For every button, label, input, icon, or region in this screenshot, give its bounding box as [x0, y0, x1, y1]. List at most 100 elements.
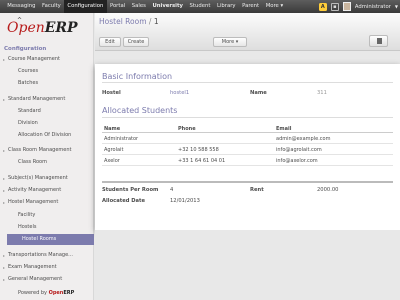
menu-student[interactable]: Student: [186, 0, 213, 13]
menu-sales[interactable]: Sales: [128, 0, 149, 13]
students-table-header: Name Phone Email: [102, 124, 393, 133]
sidebar-item-label: Subject(s) Management: [8, 175, 68, 181]
chevron-down-icon: ▸: [3, 97, 6, 102]
hostel-value-link[interactable]: hostel1: [170, 90, 189, 96]
sidebar-item-allocation-of-division[interactable]: Allocation Of Division: [0, 130, 94, 141]
rent-label: Rent: [250, 187, 264, 193]
table-row[interactable]: Agrolait +32 10 588 558 info@agrolait.co…: [102, 145, 393, 155]
cell-phone: +32 10 588 558: [178, 147, 219, 153]
sidebar-item-division[interactable]: Division: [0, 118, 94, 129]
sidebar-item-transportations-management[interactable]: ▸ Transportations Manage...: [0, 250, 94, 261]
form-view-icon: [377, 38, 382, 44]
basic-information-title: Basic Information: [102, 72, 173, 81]
chevron-right-icon: ▸: [3, 265, 6, 270]
powered-by-erp: ERP: [63, 290, 75, 296]
sidebar-item-subjects-management[interactable]: ▸ Subject(s) Management: [0, 173, 94, 184]
powered-by[interactable]: Powered by OpenERP: [18, 290, 74, 296]
sidebar-item-facility[interactable]: Facility: [0, 210, 94, 221]
hostel-label: Hostel: [102, 90, 121, 96]
rent-value: 2000.00: [317, 187, 339, 193]
sidebar-item-general-management[interactable]: ▸ General Management: [0, 274, 94, 285]
cell-name: Agrolait: [104, 147, 124, 153]
user-menu[interactable]: Administrator: [355, 4, 391, 10]
cell-phone: +33 1 64 61 04 01: [178, 158, 226, 164]
sidebar-item-standard[interactable]: Standard: [0, 106, 94, 117]
cell-email: info@axelor.com: [276, 158, 318, 164]
page-background: [95, 230, 400, 300]
chevron-right-icon: ▸: [3, 176, 6, 181]
sidebar-item-label: Standard Management: [8, 96, 66, 102]
chevron-down-icon: ▸: [3, 200, 6, 205]
students-per-room-value: 4: [170, 187, 174, 193]
table-row[interactable]: Axelor +33 1 64 61 04 01 info@axelor.com: [102, 156, 393, 166]
cell-name: Axelor: [104, 158, 120, 164]
form-view-switch[interactable]: [369, 35, 388, 47]
logo-open-text: Open: [7, 20, 45, 36]
cell-email: admin@example.com: [276, 136, 331, 142]
section-divider: [102, 117, 393, 118]
notification-icon[interactable]: A: [318, 2, 327, 11]
form-sheet: Basic Information Hostel hostel1 Name 31…: [95, 64, 400, 230]
allocated-students-title: Allocated Students: [102, 106, 178, 115]
logo-erp-text: ERP: [44, 20, 78, 36]
apps-icon[interactable]: ▪: [330, 2, 339, 11]
menu-parent[interactable]: Parent: [239, 0, 263, 13]
top-menu: Messaging Faculty Configuration Portal S…: [0, 0, 286, 13]
breadcrumb-link-hostel-room[interactable]: Hostel Room: [99, 17, 147, 26]
sidebar-item-courses[interactable]: Courses: [0, 66, 94, 77]
sidebar: OpenERP ^ Configuration ▸ Course Manageme…: [0, 13, 94, 300]
column-email[interactable]: Email: [276, 126, 291, 132]
top-menu-bar: Messaging Faculty Configuration Portal S…: [0, 0, 400, 13]
section-divider: [102, 82, 393, 83]
sidebar-item-batches[interactable]: Batches: [0, 78, 94, 89]
table-row[interactable]: Administrator admin@example.com: [102, 134, 393, 144]
powered-by-prefix: Powered by: [18, 290, 47, 296]
menu-configuration[interactable]: Configuration: [64, 0, 107, 13]
more-button[interactable]: More ▾: [213, 37, 247, 47]
sidebar-item-standard-management[interactable]: ▸ Standard Management: [0, 94, 94, 105]
cell-email: info@agrolait.com: [276, 147, 322, 153]
menu-portal[interactable]: Portal: [107, 0, 129, 13]
sidebar-item-class-room[interactable]: Class Room: [0, 157, 94, 168]
cell-name: Administrator: [104, 136, 139, 142]
chevron-right-icon: ▸: [3, 188, 6, 193]
create-button[interactable]: Create: [123, 37, 149, 47]
sidebar-item-activity-management[interactable]: ▸ Activity Management: [0, 185, 94, 196]
breadcrumb-separator: /: [148, 17, 152, 26]
name-label: Name: [250, 90, 267, 96]
menu-library[interactable]: Library: [214, 0, 239, 13]
sidebar-item-label: Transportations Manage...: [8, 252, 73, 258]
menu-faculty[interactable]: Faculty: [39, 0, 64, 13]
sidebar-item-hostels[interactable]: Hostels: [0, 222, 94, 233]
chevron-down-icon: ▸: [3, 57, 6, 62]
sidebar-item-label: Class Room Management: [8, 147, 72, 153]
sidebar-item-label: Hostel Management: [8, 199, 59, 205]
table-footer-divider: [102, 181, 393, 183]
breadcrumb: Hostel Room / 1: [99, 17, 159, 26]
main-content: Hostel Room / 1 Edit Create More ▾ Basic…: [95, 13, 400, 300]
name-value: 311: [317, 90, 327, 96]
sidebar-item-hostel-management[interactable]: ▸ Hostel Management: [0, 197, 94, 208]
edit-button[interactable]: Edit: [99, 37, 121, 47]
logo-hat-icon: ^: [17, 17, 23, 24]
sidebar-item-hostel-rooms[interactable]: Hostel Rooms: [7, 234, 94, 245]
column-phone[interactable]: Phone: [178, 126, 196, 132]
sidebar-item-course-management[interactable]: ▸ Course Management: [0, 54, 94, 65]
column-name[interactable]: Name: [104, 126, 120, 132]
chevron-down-icon: ▸: [3, 148, 6, 153]
breadcrumb-current: 1: [153, 17, 159, 26]
sidebar-item-exam-management[interactable]: ▸ Exam Management: [0, 262, 94, 273]
chevron-down-icon[interactable]: ▼: [395, 4, 398, 9]
menu-more[interactable]: More ▾: [262, 0, 286, 13]
sidebar-item-label: General Management: [8, 276, 63, 282]
allocated-date-label: Allocated Date: [102, 198, 146, 204]
sidebar-item-label: Course Management: [8, 56, 60, 62]
avatar[interactable]: [342, 2, 351, 11]
openerp-logo[interactable]: OpenERP ^: [7, 17, 78, 40]
menu-messaging[interactable]: Messaging: [4, 0, 39, 13]
sidebar-item-label: Exam Management: [8, 264, 57, 270]
menu-university[interactable]: University: [149, 0, 186, 13]
chevron-right-icon: ▸: [3, 253, 6, 258]
chevron-right-icon: ▸: [3, 277, 6, 282]
sidebar-item-class-room-management[interactable]: ▸ Class Room Management: [0, 145, 94, 156]
